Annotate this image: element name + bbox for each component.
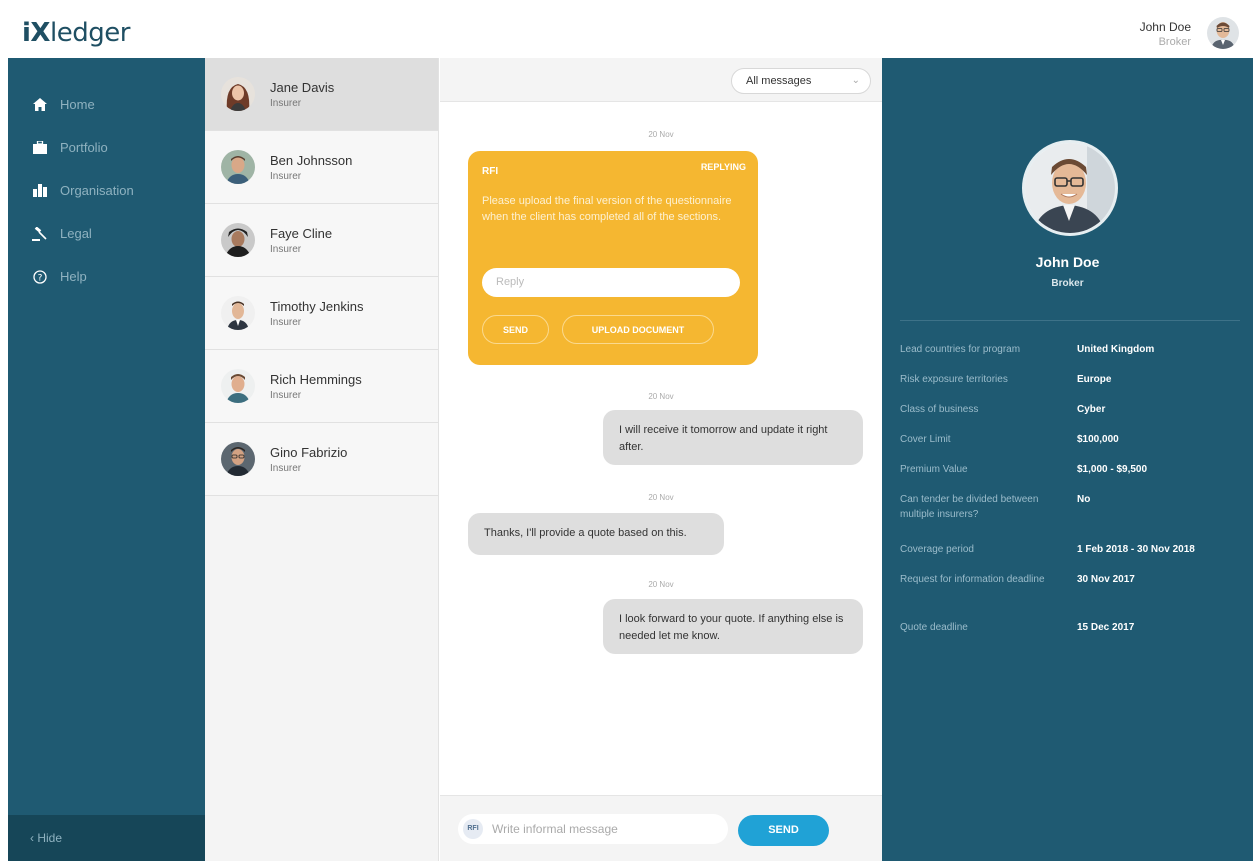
gavel-icon: [30, 226, 50, 242]
detail-key: Request for information deadline: [900, 574, 1045, 585]
avatar: [221, 369, 255, 403]
detail-value: Europe: [1077, 374, 1112, 385]
divider: [900, 320, 1240, 321]
detail-value: 15 Dec 2017: [1077, 622, 1135, 633]
contact-name: Gino Fabrizio: [270, 444, 348, 460]
detail-key: Can tender be divided between multiple i…: [900, 494, 1039, 520]
message-filter-select[interactable]: All messages ⌄: [731, 68, 871, 94]
detail-key: Risk exposure territories: [900, 374, 1008, 385]
user-menu[interactable]: John Doe Broker: [1140, 20, 1191, 48]
avatar: [221, 150, 255, 184]
sidebar-item-legal[interactable]: Legal: [8, 212, 205, 255]
buildings-icon: [30, 183, 50, 199]
contact-name: Ben Johnsson: [270, 152, 353, 168]
composer-placeholder: Write informal message: [492, 822, 618, 836]
detail-key: Quote deadline: [900, 622, 968, 633]
chat-message-outgoing: I look forward to your quote. If anythin…: [603, 599, 863, 654]
contact-role: Insurer: [270, 243, 302, 255]
contact-role: Insurer: [270, 462, 302, 474]
hide-sidebar-button[interactable]: ‹ Hide: [8, 815, 205, 861]
detail-key: Cover Limit: [900, 434, 951, 445]
send-message-button[interactable]: SEND: [738, 815, 829, 846]
filter-value: All messages: [746, 75, 812, 87]
contact-name: Rich Hemmings: [270, 371, 362, 387]
sidebar-item-portfolio[interactable]: Portfolio: [8, 126, 205, 169]
chat-pane: All messages ⌄ 20 Nov RFI REPLYING Pleas…: [440, 58, 882, 861]
rfi-tag: RFI: [482, 166, 499, 177]
detail-key: Premium Value: [900, 464, 968, 475]
message-date: 20 Nov: [648, 130, 674, 139]
contact-name: Jane Davis: [270, 79, 335, 95]
contact-item[interactable]: Jane Davis Insurer: [205, 58, 438, 131]
avatar: [221, 296, 255, 330]
detail-value: 1 Feb 2018 - 30 Nov 2018: [1077, 544, 1195, 555]
detail-value: United Kingdom: [1077, 344, 1155, 355]
message-date: 20 Nov: [648, 580, 674, 589]
profile-avatar: [1022, 140, 1118, 236]
informal-message-input[interactable]: RFI Write informal message: [458, 814, 728, 844]
user-role: Broker: [1158, 36, 1191, 48]
message-date: 20 Nov: [648, 392, 674, 401]
contact-role: Insurer: [270, 170, 302, 182]
rfi-reply-input[interactable]: Reply: [482, 268, 740, 297]
contact-item[interactable]: Rich Hemmings Insurer: [205, 350, 438, 423]
sidebar-nav: Home Portfolio Organisation Legal ? Help…: [8, 58, 205, 861]
contacts-list: Jane Davis Insurer Ben Johnsson Insurer Fa…: [205, 58, 439, 861]
sidebar-item-help[interactable]: ? Help: [8, 255, 205, 298]
contact-item[interactable]: Timothy Jenkins Insurer: [205, 277, 438, 350]
user-name: John Doe: [1139, 20, 1191, 34]
sidebar-item-label: Organisation: [60, 183, 134, 198]
detail-value: $100,000: [1077, 434, 1119, 445]
help-icon: ?: [30, 269, 50, 285]
detail-key: Coverage period: [900, 544, 974, 555]
message-date: 20 Nov: [648, 493, 674, 502]
detail-key: Class of business: [900, 404, 979, 415]
chat-filter-bar: All messages ⌄: [440, 58, 882, 102]
detail-value: $1,000 - $9,500: [1077, 464, 1148, 475]
detail-value: No: [1077, 494, 1091, 505]
briefcase-icon: [30, 140, 50, 156]
contact-item[interactable]: Ben Johnsson Insurer: [205, 131, 438, 204]
message-composer: RFI Write informal message SEND: [440, 795, 882, 861]
contact-role: Insurer: [270, 316, 302, 328]
detail-key: Lead countries for program: [900, 344, 1021, 355]
chat-message-incoming: Thanks, I'll provide a quote based on th…: [468, 513, 724, 555]
chevron-down-icon: ⌄: [851, 75, 860, 86]
ixledger-logo[interactable]: iXledger: [22, 18, 130, 48]
top-bar: iXledger John Doe Broker: [0, 0, 1253, 58]
rfi-status: REPLYING: [700, 162, 746, 172]
sidebar-item-label: Legal: [60, 226, 92, 241]
profile-role: Broker: [1051, 278, 1084, 289]
rfi-message-card: RFI REPLYING Please upload the final ver…: [468, 151, 758, 365]
contact-item[interactable]: Gino Fabrizio Insurer: [205, 423, 438, 496]
sidebar-item-home[interactable]: Home: [8, 83, 205, 126]
home-icon: [30, 97, 50, 113]
profile-name: John Doe: [1035, 254, 1100, 270]
avatar: [221, 442, 255, 476]
sidebar-item-organisation[interactable]: Organisation: [8, 169, 205, 212]
sidebar-item-label: Portfolio: [60, 140, 108, 155]
contact-name: Faye Cline: [270, 225, 333, 241]
detail-value: Cyber: [1077, 404, 1106, 415]
upload-document-button[interactable]: UPLOAD DOCUMENT: [562, 315, 714, 344]
sidebar-item-label: Help: [60, 269, 87, 284]
user-avatar[interactable]: [1207, 17, 1239, 49]
avatar: [221, 223, 255, 257]
chat-message-outgoing: I will receive it tomorrow and update it…: [603, 410, 863, 465]
profile-panel: John Doe Broker Lead countries for progr…: [882, 58, 1253, 861]
svg-text:?: ?: [38, 273, 43, 283]
contact-role: Insurer: [270, 389, 302, 401]
sidebar-item-label: Home: [60, 97, 95, 112]
contact-item[interactable]: Faye Cline Insurer: [205, 204, 438, 277]
rfi-toggle-badge[interactable]: RFI: [463, 819, 483, 839]
rfi-message-text: Please upload the final version of the q…: [482, 195, 732, 223]
rfi-send-button[interactable]: SEND: [482, 315, 549, 344]
avatar: [221, 77, 255, 111]
contact-name: Timothy Jenkins: [270, 298, 364, 314]
contact-role: Insurer: [270, 97, 302, 109]
detail-value: 30 Nov 2017: [1077, 574, 1135, 585]
